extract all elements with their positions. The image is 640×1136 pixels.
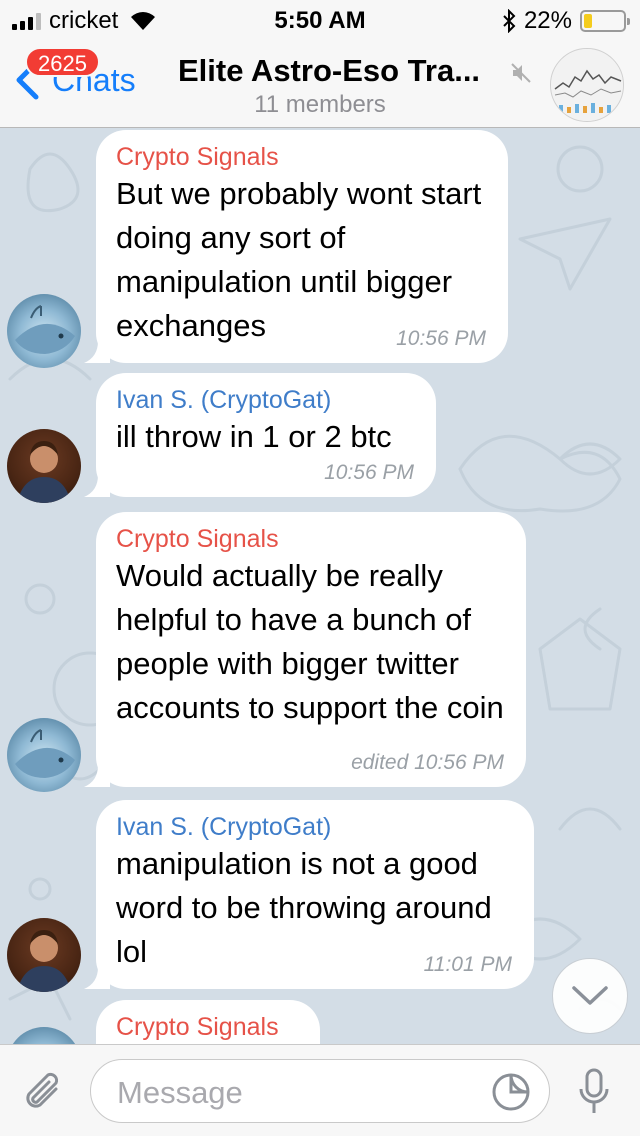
avatar[interactable] (7, 294, 81, 368)
message-placeholder: Message (117, 1075, 243, 1110)
status-left: cricket (12, 7, 156, 35)
message-bubble[interactable]: Crypto Signals Would actually be really … (84, 512, 526, 787)
scroll-to-bottom-button[interactable] (552, 958, 628, 1034)
message-text: Would actually be really helpful to have… (116, 558, 504, 725)
avatar[interactable] (7, 718, 81, 792)
wifi-icon (131, 12, 156, 30)
message-bubble[interactable]: Crypto Signals (96, 1000, 320, 1044)
message-time: 11:01 PM (423, 953, 512, 976)
message-bubble[interactable]: Ivan S. (CryptoGat) ill throw in 1 or 2 … (84, 373, 436, 497)
signal-icon (12, 12, 41, 30)
chevron-down-icon (572, 986, 608, 1005)
mic-icon[interactable] (576, 1067, 612, 1117)
battery-icon (580, 10, 630, 32)
message-sender: Crypto Signals (116, 525, 279, 553)
message-time: edited 10:56 PM (351, 751, 504, 774)
avatar[interactable] (7, 429, 81, 503)
message-text: ill throw in 1 or 2 btc (116, 419, 392, 454)
input-bar: Message (0, 1044, 640, 1136)
mute-icon (511, 63, 531, 83)
message-bubble[interactable]: Crypto Signals But we probably wont star… (84, 130, 508, 363)
battery-percent: 22% (523, 7, 572, 34)
bubble-tail (84, 475, 110, 497)
message-input[interactable]: Message (90, 1059, 550, 1123)
fish-avatar-icon (15, 729, 75, 778)
message-time: 10:56 PM (396, 327, 486, 350)
person-avatar-icon (17, 930, 71, 992)
unread-badge: 2625 (25, 47, 100, 77)
message-text: But we probably wont start doing any sor… (116, 176, 482, 343)
message-sender: Ivan S. (CryptoGat) (116, 386, 332, 414)
bubble-tail (84, 341, 110, 363)
message-sender: Crypto Signals (116, 143, 279, 171)
nav-bar: Chats 2625 Elite Astro-Eso Tra... 11 mem… (0, 40, 640, 128)
status-right: 22% (502, 7, 630, 35)
member-count: 11 members (254, 91, 386, 118)
message-time: 10:56 PM (324, 461, 414, 484)
bubble-tail (84, 765, 110, 787)
fish-avatar-icon (15, 305, 75, 354)
sticker-icon[interactable] (491, 1072, 531, 1112)
chart-thumbnail-icon (551, 49, 623, 121)
status-bar: cricket 5:50 AM 22% (0, 0, 640, 40)
attach-icon[interactable] (22, 1069, 66, 1117)
group-avatar[interactable] (550, 48, 624, 122)
message-sender: Crypto Signals (116, 1013, 279, 1041)
person-avatar-icon (17, 441, 71, 503)
carrier-name: cricket (49, 7, 119, 34)
bluetooth-icon (503, 9, 516, 33)
chat-title[interactable]: Elite Astro-Eso Tra... (178, 53, 480, 89)
bubble-tail (84, 967, 110, 989)
message-sender: Ivan S. (CryptoGat) (116, 813, 332, 841)
chat-area[interactable]: Crypto Signals But we probably wont star… (0, 129, 640, 1044)
avatar[interactable] (7, 918, 81, 992)
message-bubble[interactable]: Ivan S. (CryptoGat) manipulation is not … (84, 800, 534, 989)
